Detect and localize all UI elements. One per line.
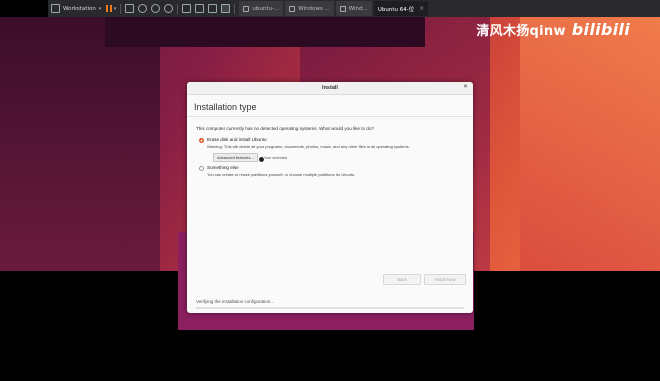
toolbar-divider	[120, 3, 122, 14]
workstation-menu-label: Workstation	[63, 5, 96, 12]
fullscreen-button[interactable]	[195, 2, 205, 15]
install-question: This computer currently has no detected …	[196, 126, 374, 131]
vm-tab-label: Windows ...	[298, 5, 330, 12]
revert-icon	[151, 4, 161, 13]
view-button[interactable]	[182, 2, 192, 15]
vm-icon	[289, 5, 296, 12]
close-icon[interactable]: ×	[419, 5, 424, 12]
option-label: Erase disk and install Ubuntu	[207, 137, 267, 142]
screen: Workstation ▾ ▾ ubuntu-... Windows ... W…	[0, 0, 660, 381]
close-icon[interactable]: ×	[462, 84, 469, 91]
window-icon	[182, 4, 192, 13]
pause-icon	[106, 5, 112, 12]
option-description: Warning: This will delete all your progr…	[207, 143, 410, 149]
toolbar-divider	[177, 3, 179, 14]
vm-tab[interactable]: Wind...	[335, 1, 372, 16]
console-button[interactable]	[221, 2, 231, 15]
chevron-down-icon: ▾	[98, 5, 102, 12]
option-something-else[interactable]: Something else You can create or resize …	[199, 165, 355, 177]
fullscreen-icon	[195, 4, 205, 13]
wallpaper-shape	[520, 17, 660, 271]
option-description: You can create or resize partitions your…	[207, 171, 356, 177]
install-now-button[interactable]: Install Now	[424, 274, 466, 285]
watermark-text: 清风木扬qinw	[476, 24, 566, 39]
bilibili-logo: bilibili	[571, 20, 630, 39]
vm-tab-label: Ubuntu 64-位	[377, 6, 415, 13]
unity-icon	[208, 4, 218, 13]
video-watermark: 清风木扬qinw bilibili	[476, 20, 630, 39]
vm-tab[interactable]: Windows ...	[285, 1, 334, 16]
option-erase-disk[interactable]: Erase disk and install Ubuntu Warning: T…	[199, 137, 410, 149]
page-title: Installation type	[194, 102, 257, 112]
dialog-title: Install	[322, 85, 338, 91]
vm-icon	[339, 5, 346, 12]
option-text: Erase disk and install Ubuntu Warning: T…	[207, 137, 410, 149]
unity-button[interactable]	[208, 2, 218, 15]
status-text: Verifying the installation configuration…	[196, 299, 275, 304]
radio-unselected-icon[interactable]	[199, 165, 204, 171]
mouse-cursor-icon	[258, 156, 265, 163]
wallpaper-shape	[105, 17, 425, 47]
option-text: Something else You can create or resize …	[207, 165, 355, 177]
progress-bar	[196, 307, 464, 309]
radio-selected-icon[interactable]	[199, 137, 204, 143]
workstation-menu[interactable]: Workstation ▾	[48, 4, 104, 13]
advanced-features-row: Advanced features... None selected	[213, 153, 287, 162]
workstation-icon	[51, 4, 60, 13]
snapshot-manager-icon	[164, 4, 174, 13]
back-button[interactable]: Back	[383, 274, 421, 285]
clock-icon	[138, 4, 148, 13]
toolbar-divider	[234, 3, 236, 14]
snapshot-manager-button[interactable]	[164, 2, 174, 15]
vm-toolbar: Workstation ▾ ▾ ubuntu-... Windows ... W…	[48, 0, 660, 17]
wallpaper-shape	[0, 17, 160, 271]
console-icon	[221, 4, 231, 13]
vm-tab[interactable]: ubuntu-...	[239, 1, 284, 16]
option-label: Something else	[207, 165, 239, 170]
advanced-features-button[interactable]: Advanced features...	[213, 153, 258, 162]
keyboard-icon	[125, 4, 135, 13]
dialog-titlebar[interactable]: Install ×	[187, 82, 473, 95]
revert-snapshot-button[interactable]	[151, 2, 161, 15]
vm-tab-label: ubuntu-...	[252, 5, 280, 12]
send-ctrl-alt-del-button[interactable]	[125, 2, 135, 15]
vm-tab-label: Wind...	[348, 5, 368, 12]
header-divider	[187, 116, 473, 117]
vm-tab-active[interactable]: Ubuntu 64-位 ×	[373, 1, 429, 16]
install-dialog: Install × Installation type This compute…	[187, 82, 473, 313]
snapshot-button[interactable]	[138, 2, 148, 15]
pause-button[interactable]: ▾	[106, 2, 116, 15]
vm-icon	[243, 5, 250, 12]
chevron-down-icon: ▾	[113, 5, 117, 12]
advanced-features-status: None selected	[261, 155, 288, 160]
